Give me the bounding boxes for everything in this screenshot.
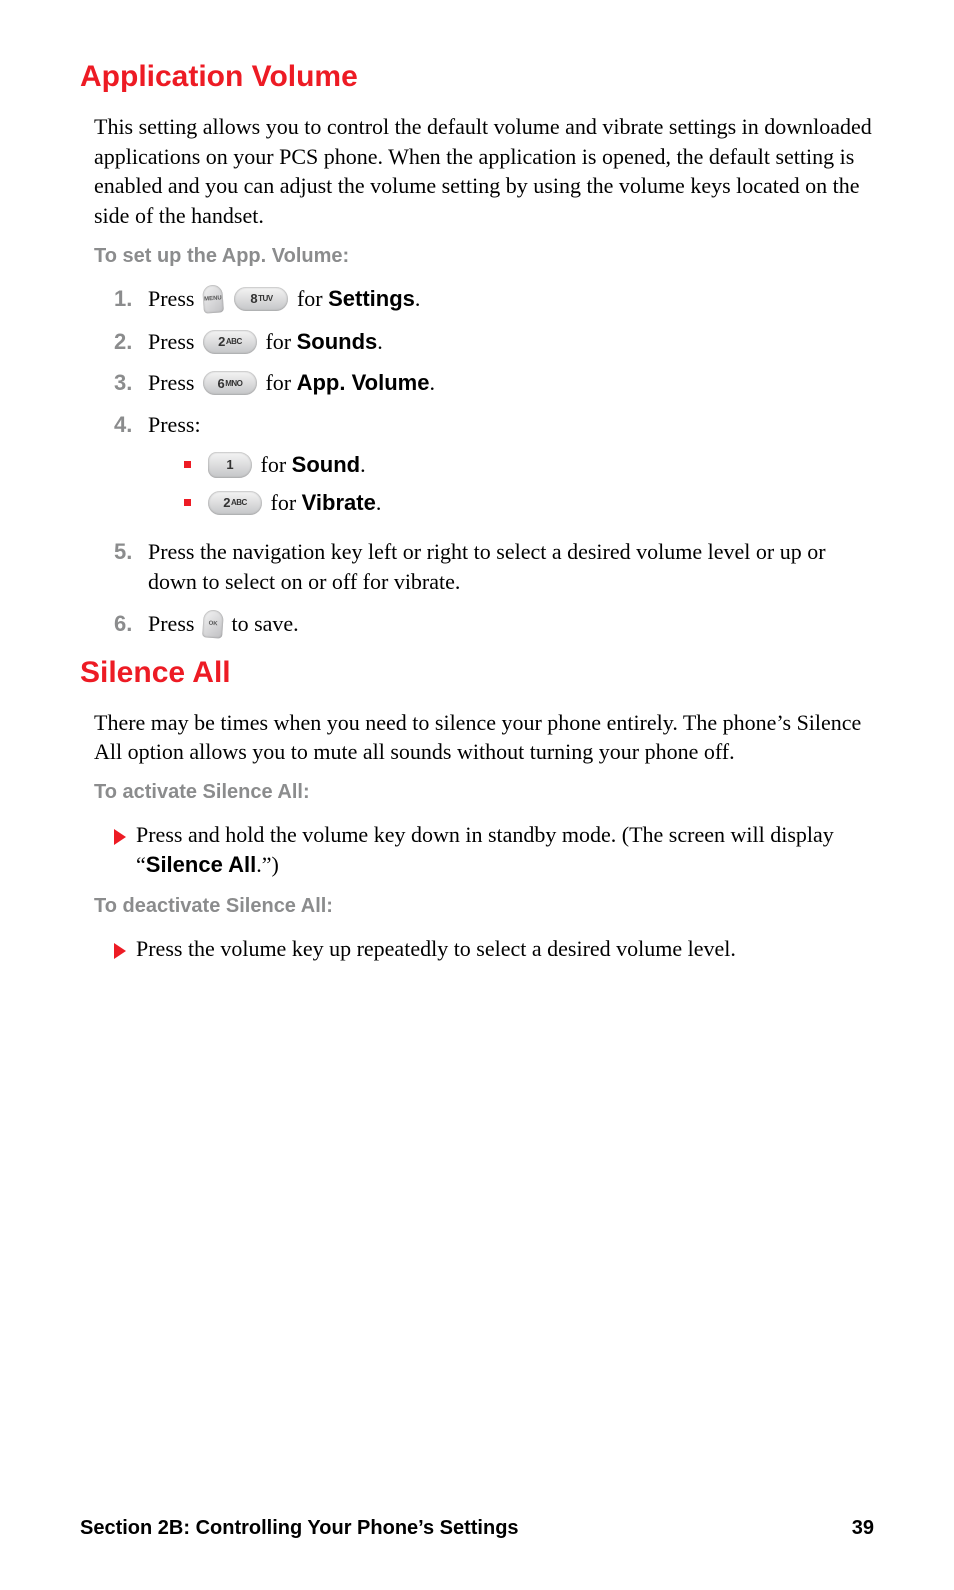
list-item: Press the volume key up repeatedly to se… bbox=[114, 934, 874, 964]
step-4: 4. Press: 1 for Sound. 2ABC for Vibrate. bbox=[114, 410, 874, 525]
step-5: 5. Press the navigation key left or righ… bbox=[114, 537, 874, 596]
step-number: 4. bbox=[114, 410, 148, 440]
ok-key-icon: OK bbox=[202, 609, 224, 638]
key-2-icon: 2ABC bbox=[208, 491, 262, 515]
step-6: 6. Press OK to save. bbox=[114, 609, 874, 640]
step-text: for bbox=[265, 329, 296, 354]
term-vibrate: Vibrate bbox=[302, 490, 376, 515]
step-text: Press bbox=[148, 370, 200, 395]
arrow-icon bbox=[114, 943, 126, 959]
step-3: 3. Press 6MNO for App. Volume. bbox=[114, 368, 874, 398]
step-text: for bbox=[297, 286, 328, 311]
step-text: Press bbox=[148, 329, 200, 354]
period: . bbox=[360, 452, 366, 477]
heading-silence-all: Silence All bbox=[80, 656, 874, 690]
step-number: 2. bbox=[114, 327, 148, 357]
step-text: Press the navigation key left or right t… bbox=[148, 537, 874, 596]
step-text: to save. bbox=[231, 611, 298, 636]
subhead-activate-silence: To activate Silence All: bbox=[94, 781, 874, 804]
list-item: Press and hold the volume key down in st… bbox=[114, 820, 874, 879]
step-number: 1. bbox=[114, 284, 148, 314]
key-2-icon: 2ABC bbox=[203, 330, 257, 354]
key-8-icon: 8TUV bbox=[234, 287, 288, 311]
period: . bbox=[429, 370, 435, 395]
heading-application-volume: Application Volume bbox=[80, 60, 874, 94]
subhead-deactivate-silence: To deactivate Silence All: bbox=[94, 895, 874, 918]
term-settings: Settings bbox=[328, 286, 415, 311]
footer-section-label: Section 2B: Controlling Your Phone’s Set… bbox=[80, 1517, 519, 1540]
step-4-sublist: 1 for Sound. 2ABC for Vibrate. bbox=[184, 450, 874, 518]
step-number: 3. bbox=[114, 368, 148, 398]
page-number: 39 bbox=[852, 1517, 874, 1540]
step-text: Press bbox=[148, 611, 200, 636]
item-text: Press the volume key up repeatedly to se… bbox=[136, 934, 736, 964]
step-text: for bbox=[265, 370, 296, 395]
item-text: .”) bbox=[256, 852, 279, 877]
sub-vibrate: 2ABC for Vibrate. bbox=[184, 488, 874, 518]
sub-sound: 1 for Sound. bbox=[184, 450, 874, 480]
step-text: Press bbox=[148, 286, 200, 311]
sub-text: for bbox=[261, 452, 292, 477]
sub-text: for bbox=[271, 490, 302, 515]
list-deactivate: Press the volume key up repeatedly to se… bbox=[114, 934, 874, 964]
page-footer: Section 2B: Controlling Your Phone’s Set… bbox=[80, 1517, 874, 1540]
period: . bbox=[377, 329, 383, 354]
step-text: Press: bbox=[148, 412, 201, 437]
step-1: 1. Press MENU 8TUV for Settings. bbox=[114, 284, 874, 315]
term-silence-all: Silence All bbox=[146, 852, 256, 877]
term-app-volume: App. Volume bbox=[297, 370, 430, 395]
period: . bbox=[415, 286, 421, 311]
bullet-icon bbox=[184, 499, 191, 506]
key-1-icon: 1 bbox=[208, 452, 252, 478]
list-activate: Press and hold the volume key down in st… bbox=[114, 820, 874, 879]
subhead-setup-app-volume: To set up the App. Volume: bbox=[94, 245, 874, 268]
para-app-volume: This setting allows you to control the d… bbox=[94, 112, 874, 231]
step-number: 6. bbox=[114, 609, 148, 639]
bullet-icon bbox=[184, 461, 191, 468]
arrow-icon bbox=[114, 829, 126, 845]
step-number: 5. bbox=[114, 537, 148, 567]
period: . bbox=[376, 490, 382, 515]
term-sound: Sound bbox=[292, 452, 360, 477]
para-silence-all: There may be times when you need to sile… bbox=[94, 708, 874, 767]
menu-key-icon: MENU bbox=[202, 284, 224, 313]
key-6-icon: 6MNO bbox=[203, 371, 257, 395]
step-2: 2. Press 2ABC for Sounds. bbox=[114, 327, 874, 357]
term-sounds: Sounds bbox=[297, 329, 378, 354]
steps-app-volume: 1. Press MENU 8TUV for Settings. 2. Pres… bbox=[114, 284, 874, 640]
